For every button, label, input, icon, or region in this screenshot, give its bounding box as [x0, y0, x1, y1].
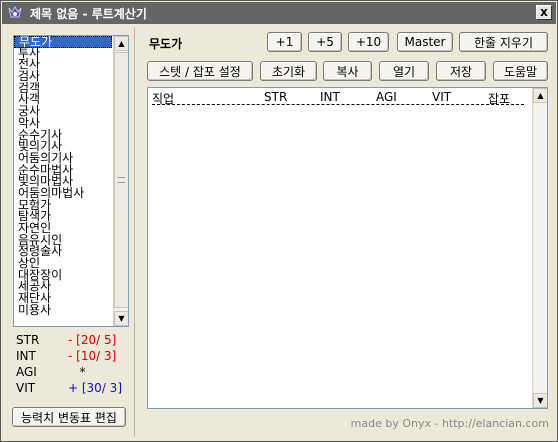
- col-vit: VIT: [432, 90, 452, 104]
- output-textarea[interactable]: 직업 STR INT AGI VIT 잡포 ▲ ▼: [147, 87, 548, 409]
- stat-value: - [20/ 5]: [68, 333, 117, 347]
- stat-value: + [30/ 3]: [68, 381, 122, 395]
- thumb-grip-icon: [118, 177, 125, 183]
- stat-row-agi: AGI *: [16, 365, 134, 381]
- open-button[interactable]: 열기: [379, 61, 429, 81]
- save-button[interactable]: 저장: [436, 61, 486, 81]
- edit-stat-table-button[interactable]: 능력치 변동표 편집: [12, 407, 126, 427]
- stat-row-vit: VIT + [30/ 3]: [16, 381, 134, 397]
- scroll-up-button[interactable]: ▲: [114, 36, 128, 51]
- window-title: 제목 없음 - 루트계산기: [30, 6, 147, 21]
- job-list-items: 무도가 투사 전사 검사 검객 사객 궁사 악사 순수기사 빛의기사 어둠의기사 순수마법사 빛의마법사…: [14, 36, 112, 317]
- clear-line-button[interactable]: 한줄 지우기: [459, 32, 548, 52]
- output-scroll-up-button[interactable]: ▲: [533, 88, 547, 103]
- copy-button[interactable]: 복사: [323, 61, 372, 81]
- stat-row-int: INT - [10/ 3]: [16, 349, 134, 365]
- help-button[interactable]: 도움말: [493, 61, 548, 81]
- job-list[interactable]: 무도가 투사 전사 검사 검객 사객 궁사 악사 순수기사 빛의기사 어둠의기사 순수마법사 빛의마법사…: [13, 35, 129, 327]
- app-icon: [6, 4, 24, 22]
- stat-value: *: [68, 365, 86, 379]
- app-window: 제목 없음 - 루트계산기 x 무도가 투사 전사 검사 검객 사객 궁사 악사 순수기사 빛의기…: [0, 0, 558, 442]
- header-separator: [152, 104, 524, 105]
- stat-name: STR: [16, 333, 40, 347]
- col-int: INT: [320, 90, 340, 104]
- scroll-thumb[interactable]: [114, 52, 128, 308]
- stat-value: - [10/ 3]: [68, 349, 117, 363]
- master-button[interactable]: Master: [397, 32, 453, 52]
- reset-button[interactable]: 초기화: [260, 61, 317, 81]
- scroll-down-button[interactable]: ▼: [114, 311, 128, 326]
- selected-job-title: 무도가: [149, 37, 183, 51]
- job-list-scrollbar[interactable]: ▲ ▼: [113, 36, 128, 326]
- col-agi: AGI: [376, 90, 397, 104]
- plus1-button[interactable]: +1: [267, 32, 302, 52]
- stat-name: AGI: [16, 365, 37, 379]
- footer-credit: made by Onyx - http://elancian.com: [350, 417, 549, 430]
- stat-skill-settings-button[interactable]: 스텟 / 잡포 설정: [147, 61, 253, 81]
- col-str: STR: [264, 90, 288, 104]
- title-bar: 제목 없음 - 루트계산기 x: [2, 2, 556, 24]
- output-scrollbar[interactable]: ▲ ▼: [532, 88, 547, 408]
- stat-name: INT: [16, 349, 36, 363]
- close-button[interactable]: x: [536, 5, 552, 20]
- plus5-button[interactable]: +5: [308, 32, 342, 52]
- plus10-button[interactable]: +10: [348, 32, 389, 52]
- output-scroll-down-button[interactable]: ▼: [533, 393, 547, 408]
- left-panel: 무도가 투사 전사 검사 검객 사객 궁사 악사 순수기사 빛의기사 어둠의기사 순수마법사 빛의마법사…: [5, 27, 135, 437]
- stat-name: VIT: [16, 381, 36, 395]
- stat-summary: STR - [20/ 5] INT - [10/ 3] AGI * VIT + [30/ 3…: [16, 333, 134, 397]
- job-list-item[interactable]: 미용사: [14, 304, 112, 317]
- stat-row-str: STR - [20/ 5]: [16, 333, 134, 349]
